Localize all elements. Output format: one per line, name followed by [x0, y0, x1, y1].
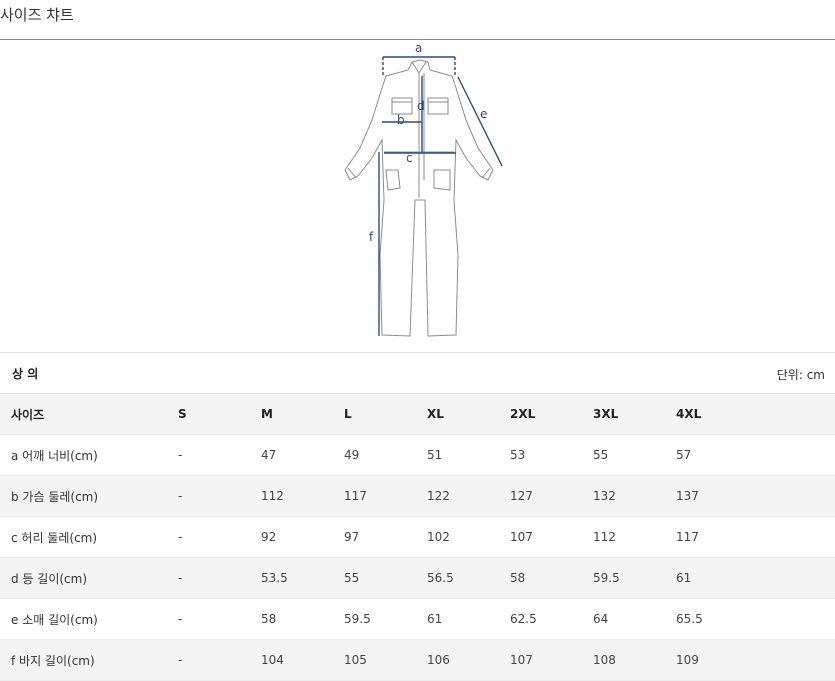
- unit-label: 단위: cm: [776, 368, 825, 382]
- table-cell: 122: [427, 475, 510, 517]
- table-cell: b 가슴 둘레(cm): [0, 475, 178, 517]
- table-cell: 64: [593, 598, 676, 640]
- table-row: c 허리 둘레(cm) - 92 97 102 107 112 117: [0, 516, 835, 558]
- label-e: e: [480, 107, 487, 121]
- table-header-row: 사이즈 S M L XL 2XL 3XL 4XL: [0, 393, 835, 435]
- table-cell: 106: [427, 639, 510, 681]
- header-cell: 사이즈: [0, 393, 178, 435]
- table-cell: a 어깨 너비(cm): [0, 434, 178, 476]
- table-row: b 가슴 둘레(cm) - 112 117 122 127 132 137: [0, 475, 835, 517]
- table-cell: 105: [344, 639, 427, 681]
- table-row: f 바지 길이(cm) - 104 105 106 107 108 109: [0, 639, 835, 681]
- label-f: f: [369, 230, 374, 244]
- size-diagram: a b c d e f: [330, 40, 520, 345]
- header-cell: L: [344, 393, 427, 435]
- table-cell: d 등 길이(cm): [0, 557, 178, 599]
- table-cell: 117: [344, 475, 427, 517]
- table-cell: 127: [510, 475, 593, 517]
- table-cell: 49: [344, 434, 427, 476]
- header-cell: 3XL: [593, 393, 676, 435]
- table-cell: f 바지 길이(cm): [0, 639, 178, 681]
- table-cell: -: [178, 557, 261, 599]
- header-cell: 2XL: [510, 393, 593, 435]
- table-cell: 117: [676, 516, 835, 558]
- table-cell: -: [178, 639, 261, 681]
- table-cell: 108: [593, 639, 676, 681]
- table-row: d 등 길이(cm) - 53.5 55 56.5 58 59.5 61: [0, 557, 835, 599]
- measurement-lines: [378, 56, 503, 336]
- table-cell: 47: [261, 434, 344, 476]
- table-cell: 61: [676, 557, 835, 599]
- size-table: 사이즈 S M L XL 2XL 3XL 4XL a 어깨 너비(cm) - 4…: [0, 393, 835, 681]
- table-cell: 97: [344, 516, 427, 558]
- page-title: 사이즈 챠트: [0, 6, 74, 24]
- table-cell: 107: [510, 516, 593, 558]
- table-cell: 53.5: [261, 557, 344, 599]
- table-cell: 109: [676, 639, 835, 681]
- label-b: b: [397, 113, 405, 127]
- header-cell: XL: [427, 393, 510, 435]
- header-cell: 4XL: [676, 393, 835, 435]
- header-cell: S: [178, 393, 261, 435]
- table-row: a 어깨 너비(cm) - 47 49 51 53 55 57: [0, 434, 835, 476]
- table-cell: 59.5: [593, 557, 676, 599]
- table-cell: 137: [676, 475, 835, 517]
- table-cell: 59.5: [344, 598, 427, 640]
- measure-e-line: [457, 76, 503, 167]
- table-cell: 92: [261, 516, 344, 558]
- table-cell: 65.5: [676, 598, 835, 640]
- table-cell: 104: [261, 639, 344, 681]
- table-cell: 58: [510, 557, 593, 599]
- table-cell: -: [178, 516, 261, 558]
- table-cell: e 소매 길이(cm): [0, 598, 178, 640]
- table-cell: 51: [427, 434, 510, 476]
- label-c: c: [406, 151, 413, 165]
- table-cell: c 허리 둘레(cm): [0, 516, 178, 558]
- header-cell: M: [261, 393, 344, 435]
- table-cell: 58: [261, 598, 344, 640]
- table-cell: 61: [427, 598, 510, 640]
- table-cell: 102: [427, 516, 510, 558]
- table-cell: 132: [593, 475, 676, 517]
- label-a: a: [415, 41, 422, 55]
- table-cell: 55: [344, 557, 427, 599]
- section-divider: [0, 352, 835, 353]
- table-cell: -: [178, 475, 261, 517]
- table-cell: 62.5: [510, 598, 593, 640]
- label-d: d: [417, 99, 425, 113]
- table-cell: 112: [593, 516, 676, 558]
- table-cell: 56.5: [427, 557, 510, 599]
- table-cell: 107: [510, 639, 593, 681]
- table-cell: 55: [593, 434, 676, 476]
- table-cell: 53: [510, 434, 593, 476]
- table-row: e 소매 길이(cm) - 58 59.5 61 62.5 64 65.5: [0, 598, 835, 640]
- table-cell: 57: [676, 434, 835, 476]
- section-title: 상 의: [12, 367, 39, 381]
- table-cell: -: [178, 598, 261, 640]
- table-cell: 112: [261, 475, 344, 517]
- table-cell: -: [178, 434, 261, 476]
